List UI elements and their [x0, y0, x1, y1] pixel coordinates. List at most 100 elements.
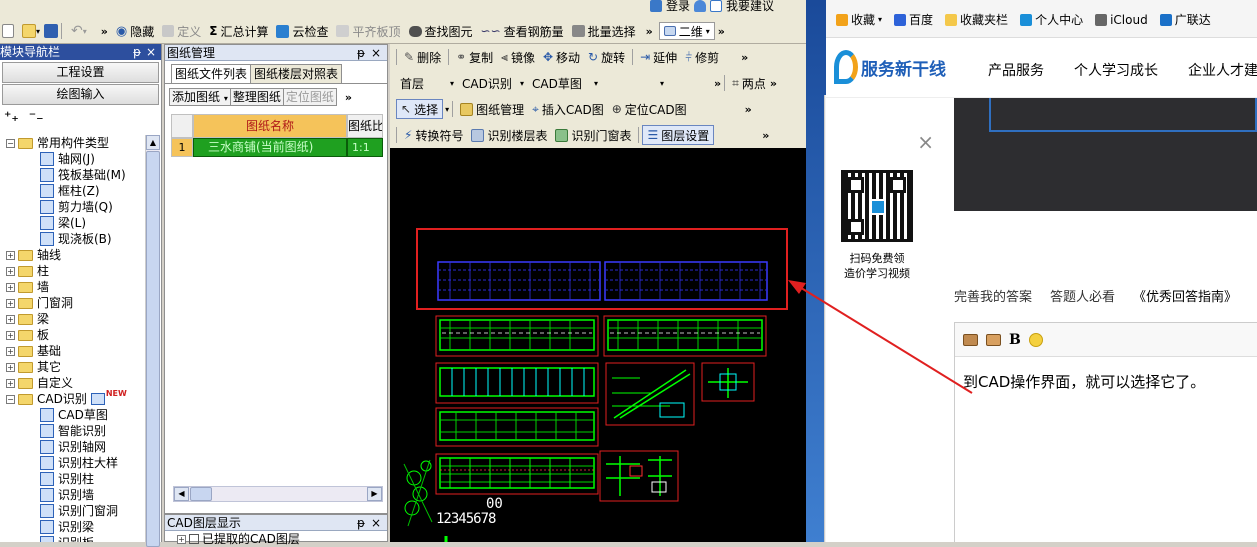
component-select[interactable]: ▾ — [602, 74, 668, 92]
open-dropdown-arrow[interactable]: ▾ — [36, 27, 40, 36]
tab-drawing-floor-table[interactable]: 图纸楼层对照表 — [251, 64, 343, 83]
site-logo[interactable]: 服务新干线 — [834, 50, 946, 84]
login-link[interactable]: 登录 — [666, 0, 690, 14]
cad-drawing-svg[interactable] — [390, 148, 806, 542]
drawing-mgmt-button[interactable]: 图纸管理 — [456, 99, 528, 119]
project-settings-button[interactable]: 工程设置 — [2, 62, 159, 83]
close-icon[interactable]: × — [146, 44, 156, 60]
view-rebar-button[interactable]: ∽∽ 查看钢筋量 — [477, 21, 568, 41]
scroll-thumb[interactable] — [146, 151, 160, 547]
bookmark-item[interactable]: 广联达 — [1159, 11, 1211, 28]
bookmark-item[interactable]: iCloud — [1095, 13, 1148, 27]
qr-close-icon[interactable]: × — [917, 130, 934, 154]
cad-draft-select[interactable]: CAD草图 ▾ — [528, 74, 602, 92]
expand-icon[interactable]: + — [6, 362, 15, 372]
batch-select-button[interactable]: 批量选择 — [568, 21, 640, 41]
tree-item[interactable]: 识别轴网 — [6, 439, 145, 455]
two-point-button[interactable]: ⌗ 两点 — [728, 73, 770, 93]
select-button[interactable]: ↖ 选择 — [396, 99, 444, 119]
answer-text[interactable]: 到CAD操作界面，就可以选择它了。 — [963, 371, 1205, 392]
trim-button[interactable]: ⫩ 修剪 — [681, 47, 723, 67]
level-slab-button[interactable]: 平齐板顶 — [332, 21, 404, 41]
move-button[interactable]: ✥ 移动 — [539, 47, 584, 67]
expand-icon[interactable]: + — [6, 378, 15, 388]
layer-settings-button[interactable]: ☰ 图层设置 — [642, 125, 715, 145]
nav-personal-growth[interactable]: 个人学习成长 — [1074, 60, 1158, 80]
recognition-toolbar-overflow-icon[interactable]: » — [762, 129, 769, 142]
tree-item[interactable]: 现浇板(B) — [6, 231, 145, 247]
answer-editor[interactable]: B 到CAD操作界面，就可以选择它了。 — [954, 322, 1257, 542]
nav-enterprise[interactable]: 企业人才建 — [1188, 60, 1257, 80]
feedback-link[interactable]: 我要建议 — [726, 0, 774, 14]
tree-item[interactable]: − CAD识别 NEW — [6, 389, 145, 407]
must-see-link[interactable]: 答题人必看 — [1050, 286, 1115, 305]
save-icon[interactable] — [44, 24, 59, 38]
cad-layer-close-icon[interactable]: × — [371, 515, 381, 531]
drawing-mgmt-close-icon[interactable]: × — [371, 45, 381, 61]
cloud-check-button[interactable]: 云检查 — [272, 21, 332, 41]
locate-cad-button[interactable]: ⊕ 定位CAD图 — [608, 99, 691, 119]
tree-item[interactable]: 筏板基础(M) — [6, 167, 145, 183]
scroll-up-button[interactable]: ▲ — [146, 135, 160, 150]
drawing-mgmt-pin-icon[interactable]: ᵽ — [357, 45, 365, 61]
row-drawing-ratio[interactable]: 1:1 — [347, 138, 383, 157]
tree-item[interactable]: + 墙 — [6, 279, 145, 295]
expand-icon[interactable]: + — [177, 534, 186, 544]
select-toolbar-overflow-icon[interactable]: » — [745, 103, 752, 116]
mirror-button[interactable]: ⫷ 镜像 — [497, 47, 539, 67]
view-mode-select[interactable]: 二维 ▾ — [658, 22, 715, 40]
insert-file-icon[interactable] — [986, 333, 1001, 346]
hide-button[interactable]: ◉ 隐藏 — [112, 21, 158, 41]
combo-toolbar-overflow2-icon[interactable]: » — [770, 77, 777, 90]
emoji-icon[interactable] — [1028, 332, 1043, 347]
toolbar-overflow3-icon[interactable]: » — [718, 25, 725, 38]
nav-product-service[interactable]: 产品服务 — [988, 60, 1044, 80]
expand-icon[interactable]: + — [6, 266, 15, 276]
cad-layer-pin-icon[interactable]: ᵽ — [357, 515, 365, 531]
open-folder-icon[interactable] — [22, 24, 36, 38]
expand-icon[interactable]: + — [6, 346, 15, 356]
bookmark-dropdown-arrow[interactable]: ▾ — [878, 15, 882, 24]
convert-symbol-button[interactable]: ⚡ 转换符号 — [400, 125, 467, 145]
pin-icon[interactable]: ᵽ — [133, 44, 141, 60]
video-preview[interactable] — [954, 98, 1257, 211]
expand-icon[interactable]: + — [6, 250, 15, 260]
scroll-right-button[interactable]: ▶ — [367, 487, 382, 501]
find-element-button[interactable]: 查找图元 — [405, 21, 477, 41]
copy-button[interactable]: ⚭ 复制 — [452, 47, 497, 67]
tree-item[interactable]: 轴网(J) — [6, 151, 145, 167]
insert-cad-button[interactable]: ⌖ 插入CAD图 — [528, 99, 608, 119]
arrange-drawing-button[interactable]: 整理图纸 — [230, 88, 284, 106]
table-row[interactable]: 1 三水商铺(当前图纸) 1:1 — [171, 138, 383, 157]
collapse-icon[interactable]: − — [6, 394, 15, 404]
expand-icon[interactable]: + — [6, 282, 15, 292]
cad-layer-item[interactable]: + 已提取的CAD图层 — [165, 531, 387, 547]
toolbar-overflow2-icon[interactable]: » — [646, 25, 653, 38]
bookmark-item[interactable]: 收藏 ▾ — [836, 11, 882, 28]
guide-link[interactable]: 《优秀回答指南》 — [1133, 286, 1237, 305]
tree-item[interactable]: + 基础 — [6, 343, 145, 359]
improve-answer-link[interactable]: 完善我的答案 — [954, 286, 1032, 305]
define-button[interactable]: 定义 — [158, 21, 205, 41]
tree-item[interactable]: 识别柱大样 — [6, 455, 145, 471]
recog-floor-table-button[interactable]: 识别楼层表 — [467, 125, 551, 145]
new-file-icon[interactable] — [2, 24, 14, 38]
tree-item[interactable]: 识别板 — [6, 535, 145, 542]
toolbar-overflow-icon[interactable]: » — [101, 25, 108, 38]
cad-canvas[interactable]: 00 12345678 — [390, 148, 806, 542]
hscroll-thumb[interactable] — [190, 487, 212, 501]
tree-item[interactable]: + 其它 — [6, 359, 145, 375]
select-dropdown-arrow[interactable]: ▾ — [445, 105, 449, 114]
add-drawing-button[interactable]: 添加图纸 ▾ — [169, 88, 231, 106]
tree-item[interactable]: 识别墙 — [6, 487, 145, 503]
tab-drawing-file-list[interactable]: 图纸文件列表 — [171, 64, 252, 83]
tree-item[interactable]: + 门窗洞 — [6, 295, 145, 311]
tree-item[interactable]: 剪力墙(Q) — [6, 199, 145, 215]
bold-button[interactable]: B — [1009, 332, 1021, 348]
tree-item[interactable]: 识别柱 — [6, 471, 145, 487]
drawing-input-button[interactable]: 绘图输入 — [2, 84, 159, 105]
expand-icon[interactable]: + — [6, 330, 15, 340]
undo-dropdown-arrow[interactable]: ▾ — [83, 27, 87, 36]
tree-scrollbar[interactable]: ▲ — [145, 135, 160, 547]
cad-recog-select[interactable]: CAD识别 ▾ — [458, 74, 528, 92]
